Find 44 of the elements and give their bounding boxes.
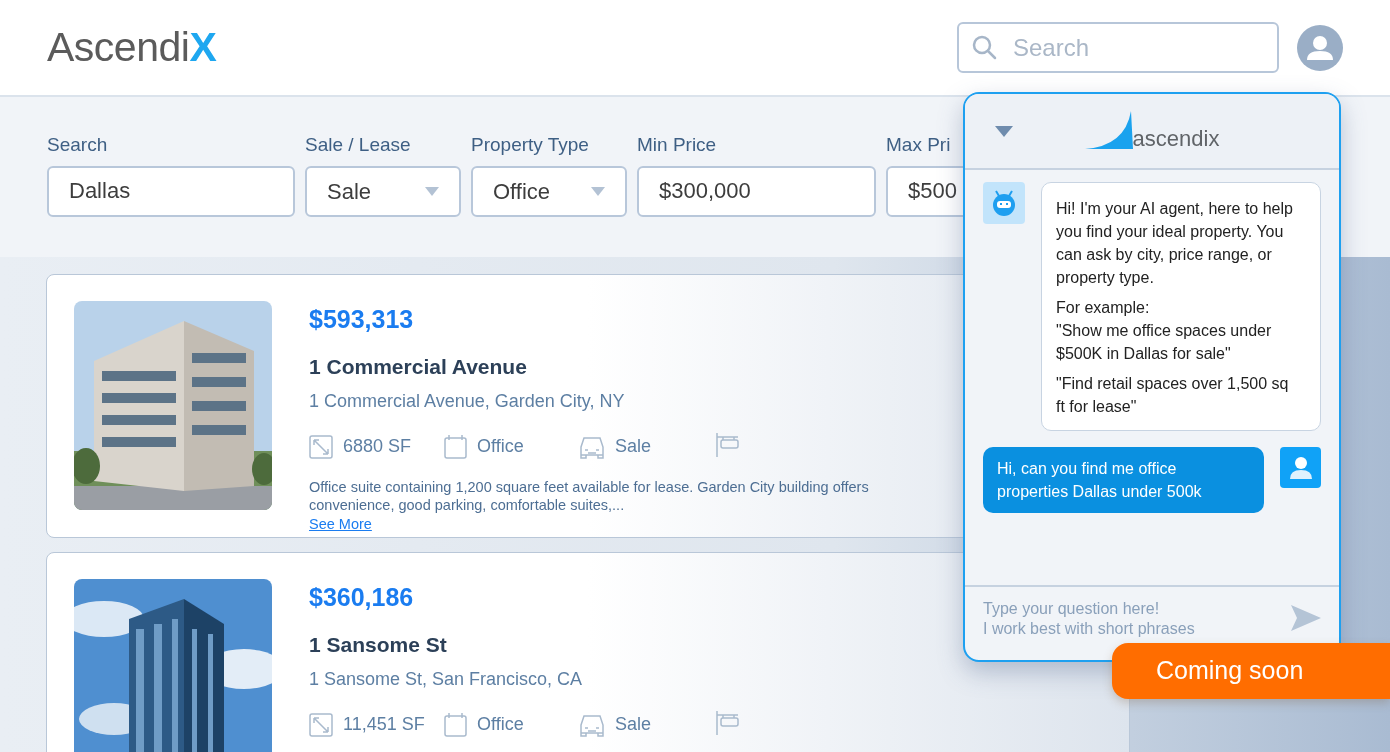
dropdown-caret-icon [591,186,605,196]
dropdown[interactable]: Office [471,165,627,217]
dropdown-caret-icon [425,186,439,196]
signpost-icon [714,433,740,457]
filter-label: Max Pri [886,133,951,157]
user-avatar-icon [1280,447,1321,488]
listing-title: 1 Commercial Avenue [309,353,528,380]
description: Office suite containing 1,200 square feet available for lease. Garden City building offers convenience, good parking, comfortable suites,... [309,478,870,515]
filter-label: Property Type [471,133,589,157]
calendar-icon [444,434,467,459]
chat-message: Hi, can you find me office properties Dallas under 500k [983,447,1264,513]
logo[interactable]: AscendiX [47,16,217,79]
deal-type: Sale [615,435,652,458]
price: $593,313 [309,304,415,335]
area-size: 6880 SF [343,435,412,458]
coming-soon-banner: Coming soon [1112,643,1390,699]
signpost-icon [714,711,740,735]
send-icon[interactable] [1291,605,1321,631]
property-type: Office [477,435,524,458]
deal-type: Sale [615,713,652,736]
filter-label: Search [47,133,108,157]
address: 1 Sansome St, San Francisco, CA [309,668,584,691]
collapse-caret-icon[interactable] [995,126,1013,137]
listing-title: 1 Sansome St [309,631,448,658]
input-field[interactable]: $300,000 [637,165,876,217]
chat-logo: ascendix [1132,126,1220,151]
car-icon [579,712,605,737]
property-type: Office [477,713,524,736]
calendar-icon [444,712,467,737]
chat-message: Hi! I'm your AI agent, here to help you find your ideal property. You can ask by city, price range, or property type. For example: "Show me office spaces under $500K in Dallas for sale" "Find retail spaces over 1,500 sq ft for lease" [1041,182,1321,431]
user-avatar-icon[interactable] [1297,24,1343,71]
price: $360,186 [309,582,415,613]
filter-label: Min Price [637,133,717,157]
dropdown[interactable]: Sale [305,165,461,217]
chat-input-field[interactable]: Type your question here! I work best with short phrases [983,599,1283,643]
area-size: 11,451 SF [343,713,425,736]
input-field[interactable]: Dallas [47,165,295,217]
filter-label: Sale / Lease [305,133,411,157]
search-field[interactable]: Search [957,22,1279,73]
address: 1 Commercial Avenue, Garden City, NY [309,390,626,413]
car-icon [579,434,605,459]
see-more-link[interactable]: See More [309,514,372,536]
bot-avatar-icon [983,182,1025,224]
search-icon [971,34,997,60]
